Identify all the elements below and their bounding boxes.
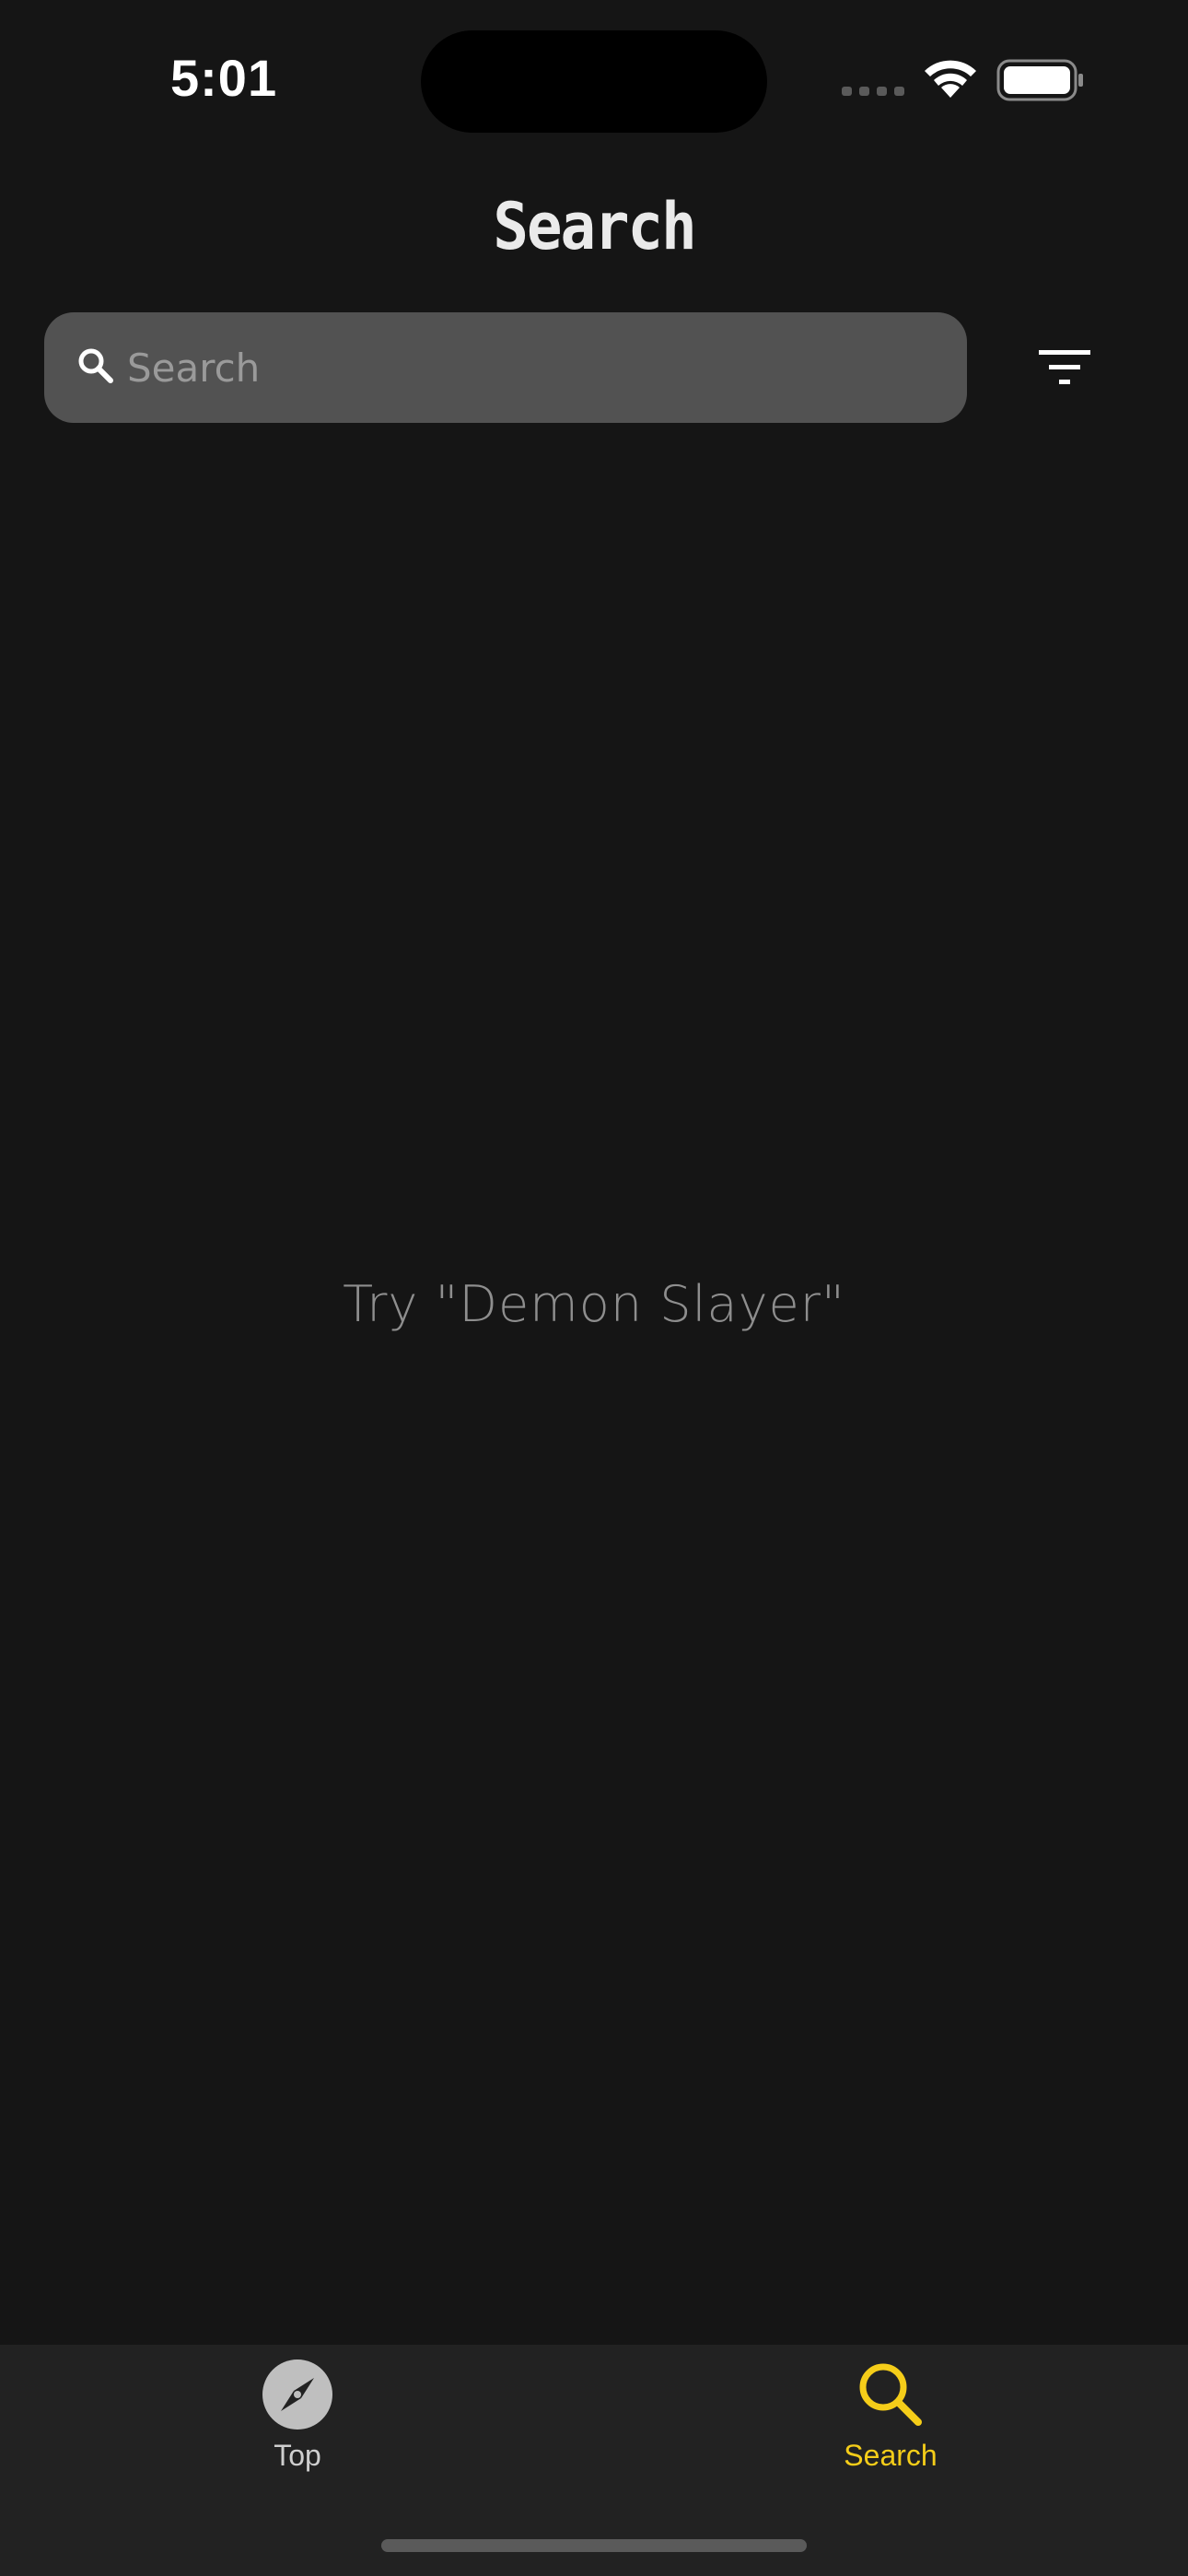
wifi-icon [925,60,976,98]
dynamic-island [421,30,767,133]
status-time: 5:01 [170,49,278,107]
cellular-signal-icon [842,87,904,96]
search-input[interactable] [127,312,938,423]
search-hint: Try "Demon Slayer" [343,1275,845,1333]
tab-label-search: Search [844,2439,938,2472]
search-icon [859,2363,922,2426]
tab-search[interactable]: Search [752,2345,1029,2501]
page-title: Search [493,190,696,265]
filter-icon [1039,350,1090,384]
status-bar: 5:01 [0,0,1188,157]
filter-button[interactable] [1030,337,1103,398]
compass-icon [262,2359,332,2430]
home-indicator[interactable] [381,2539,807,2552]
search-icon [78,348,113,383]
tab-label-top: Top [274,2439,321,2472]
tab-top[interactable]: Top [159,2345,436,2501]
battery-icon [996,59,1083,101]
search-bar[interactable] [44,312,967,423]
